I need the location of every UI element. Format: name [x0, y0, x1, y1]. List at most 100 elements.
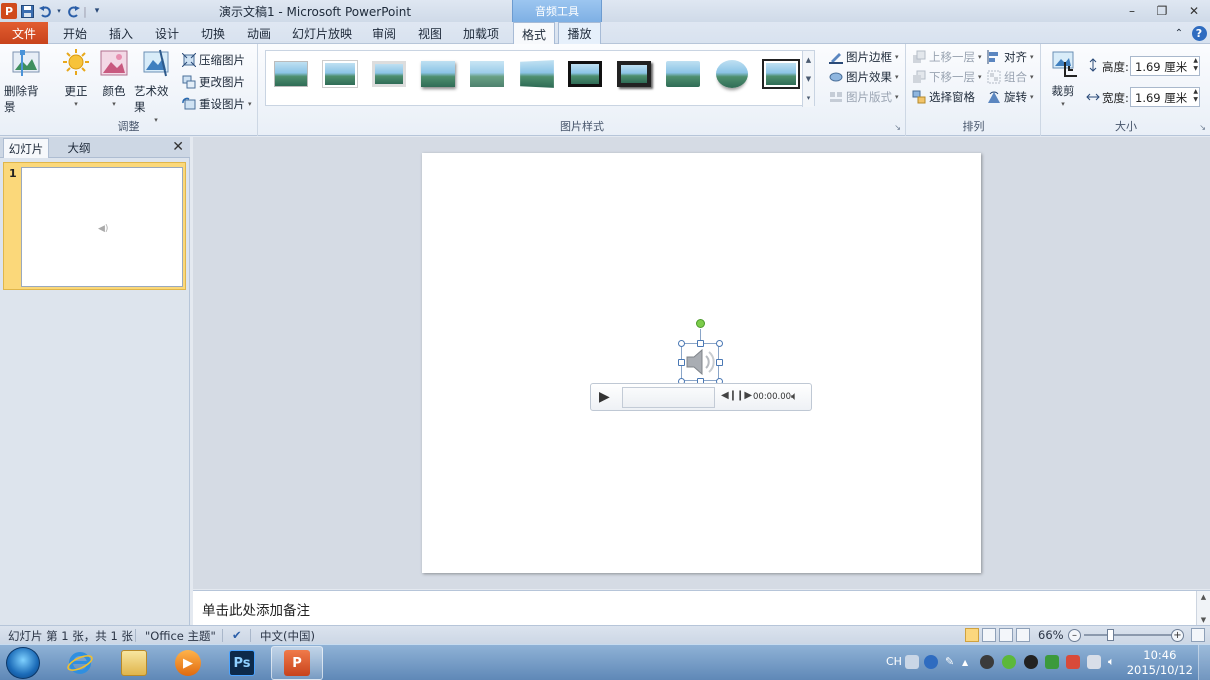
close-button[interactable]: ✕ [1180, 2, 1208, 20]
reading-view-icon[interactable] [999, 628, 1013, 642]
pen-icon[interactable]: ✎ [945, 655, 954, 668]
crop-button[interactable]: 裁剪 ▾ [1046, 48, 1080, 108]
picture-style-3[interactable] [370, 57, 408, 91]
help-tray-icon[interactable] [924, 655, 938, 669]
compress-pictures-button[interactable]: 压缩图片 [182, 51, 245, 69]
picture-layout-button[interactable]: 图片版式 ▾ [829, 88, 899, 106]
add-icon[interactable] [1002, 655, 1016, 669]
taskbar-file-explorer[interactable] [108, 646, 160, 680]
color-button[interactable]: 颜色 ▾ [98, 48, 130, 108]
size-launcher-icon[interactable]: ↘ [1199, 123, 1206, 132]
volume-icon[interactable]: 🔈︎ [791, 389, 798, 404]
resize-handle-nw[interactable] [678, 340, 685, 347]
skip-forward-icon[interactable]: ❙▶ [736, 390, 752, 401]
reset-picture-button[interactable]: 重设图片 ▾ [182, 95, 252, 113]
corrections-button[interactable]: 更正 ▾ [58, 48, 94, 108]
notes-scrollbar[interactable]: ▲ ▼ [1196, 591, 1210, 626]
play-icon[interactable]: ▶ [599, 389, 615, 407]
input-language-indicator[interactable]: CH [886, 655, 902, 668]
security-shield-icon[interactable] [1045, 655, 1059, 669]
network-icon[interactable] [1087, 655, 1101, 669]
slide-canvas[interactable]: ▶ ◀❙ ❙▶ 00:00.00 🔈︎ [422, 153, 981, 573]
zoom-in-icon[interactable]: + [1171, 629, 1184, 642]
zoom-out-icon[interactable]: – [1068, 629, 1081, 642]
tab-outline[interactable]: 大纲 [55, 138, 103, 158]
minimize-button[interactable]: – [1118, 2, 1146, 20]
tray-expand-icon[interactable]: ▲ [962, 658, 968, 667]
picture-style-6[interactable] [517, 57, 555, 91]
tab-view[interactable]: 视图 [410, 22, 450, 44]
remove-background-button[interactable]: 删除背景 [4, 48, 48, 115]
taskbar-internet-explorer[interactable] [54, 646, 106, 680]
picture-style-11[interactable] [762, 57, 800, 91]
resize-handle-ne[interactable] [716, 340, 723, 347]
taskbar-photoshop[interactable]: Ps [216, 646, 268, 680]
picture-styles-launcher-icon[interactable]: ↘ [894, 123, 901, 132]
tab-design[interactable]: 设计 [147, 22, 187, 44]
height-input[interactable]: 1.69 厘米 ▲ ▼ [1130, 56, 1200, 76]
taskbar-media-player[interactable]: ▶ [162, 646, 214, 680]
scroll-down-icon[interactable]: ▼ [1201, 616, 1206, 624]
resize-handle-w[interactable] [678, 359, 685, 366]
theme-status[interactable]: "Office 主题" [145, 628, 216, 644]
bring-forward-button[interactable]: 上移一层 ▾ [912, 48, 982, 66]
slide-thumbnail-item[interactable]: 1 ◀) [3, 162, 186, 290]
tab-format[interactable]: 格式 [513, 22, 555, 45]
zoom-slider-track[interactable] [1084, 634, 1172, 636]
skip-back-icon[interactable]: ◀❙ [721, 390, 737, 401]
rotation-handle[interactable] [696, 319, 705, 328]
tab-review[interactable]: 审阅 [364, 22, 404, 44]
picture-style-4[interactable] [419, 57, 457, 91]
change-picture-button[interactable]: 更改图片 [182, 73, 245, 91]
language-status[interactable]: 中文(中国) [260, 628, 315, 644]
zoom-level[interactable]: 66% [1038, 628, 1064, 642]
width-input[interactable]: 1.69 厘米 ▲ ▼ [1130, 87, 1200, 107]
taskbar-powerpoint[interactable]: P [271, 646, 323, 680]
slideshow-view-icon[interactable] [1016, 628, 1030, 642]
align-button[interactable]: 对齐 ▾ [987, 48, 1034, 66]
picture-style-7[interactable] [566, 57, 604, 91]
tab-slideshow[interactable]: 幻灯片放映 [285, 22, 359, 44]
picture-style-10[interactable] [713, 57, 751, 91]
gallery-scroll[interactable]: ▲ ▼ ▾ [802, 51, 814, 107]
slide-thumbnail[interactable]: ◀) [21, 167, 183, 287]
zoom-slider-thumb[interactable] [1107, 629, 1114, 641]
picture-effects-button[interactable]: 图片效果 ▾ [829, 68, 899, 86]
send-backward-button[interactable]: 下移一层 ▾ [912, 68, 982, 86]
close-panel-icon[interactable]: ✕ [172, 139, 184, 155]
notes-placeholder[interactable]: 单击此处添加备注 [202, 599, 310, 619]
resize-handle-e[interactable] [716, 359, 723, 366]
height-spinner[interactable]: ▲ ▼ [1193, 57, 1198, 73]
picture-border-button[interactable]: 图片边框 ▾ [829, 48, 899, 66]
tab-insert[interactable]: 插入 [101, 22, 141, 44]
resize-handle-n[interactable] [697, 340, 704, 347]
qq-penguin-icon[interactable] [1024, 655, 1038, 669]
start-button[interactable] [6, 647, 40, 679]
spell-check-icon[interactable]: ✔︎ [232, 628, 242, 642]
picture-style-9[interactable] [664, 57, 702, 91]
tab-animations[interactable]: 动画 [239, 22, 279, 44]
picture-style-1[interactable] [272, 57, 310, 91]
normal-view-icon[interactable] [965, 628, 979, 642]
width-spinner[interactable]: ▲ ▼ [1193, 88, 1198, 104]
speaker-icon[interactable] [684, 347, 716, 377]
notes-pane[interactable]: 单击此处添加备注 ▲ ▼ [193, 590, 1210, 626]
gallery-more-icon[interactable]: ▾ [807, 94, 811, 102]
picture-style-2[interactable] [321, 57, 359, 91]
rotate-button[interactable]: 旋转 ▾ [987, 88, 1034, 106]
tab-file[interactable]: 文件 [0, 22, 48, 44]
group-objects-button[interactable]: 组合 ▾ [987, 68, 1034, 86]
tab-addins[interactable]: 加载项 [456, 22, 506, 44]
picture-style-8[interactable] [615, 57, 653, 91]
picture-style-5[interactable] [468, 57, 506, 91]
tab-slides[interactable]: 幻灯片 [3, 138, 49, 158]
collapse-ribbon-icon[interactable]: ⌃ [1170, 22, 1188, 44]
restore-button[interactable]: ❐ [1148, 2, 1176, 20]
gallery-up-icon[interactable]: ▲ [806, 56, 811, 64]
volume-tray-icon[interactable]: 🔈︎ [1108, 655, 1115, 669]
selection-pane-button[interactable]: 选择窗格 [912, 88, 975, 106]
fit-to-window-icon[interactable] [1191, 628, 1205, 642]
show-desktop-button[interactable] [1198, 645, 1210, 680]
tab-transitions[interactable]: 切换 [193, 22, 233, 44]
tab-playback[interactable]: 播放 [558, 22, 601, 44]
